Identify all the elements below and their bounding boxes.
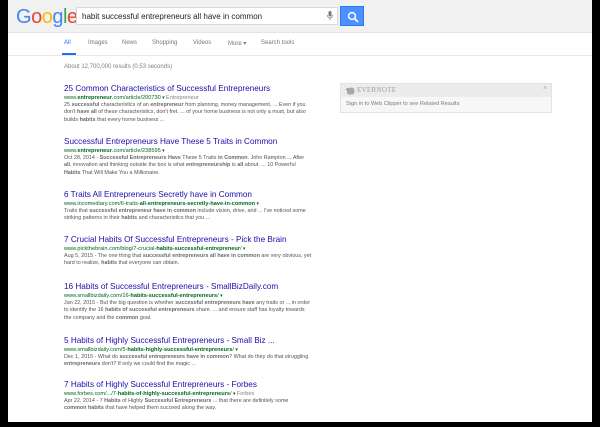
result-snippet: Dec 1, 2015 - What do successful entrepr… — [64, 354, 309, 368]
result-url-highlight: all-entrepreneurs-secretly-have-in-commo… — [139, 201, 256, 207]
result-url-highlight: habits-highly-successful-entrepreneurs — [127, 347, 233, 353]
search-result: 6 Traits All Entrepreneurs Secretly have… — [64, 190, 312, 223]
evernote-elephant-icon — [346, 87, 355, 95]
search-input[interactable] — [77, 8, 322, 24]
result-source: Forbes — [236, 391, 255, 397]
result-url: www.incomediary.com/6-traits-all-entrepr… — [64, 200, 312, 208]
result-url-prefix: www. — [64, 148, 78, 154]
result-snippet: Aug 5, 2015 - The one thing that success… — [64, 253, 312, 267]
result-title-link[interactable]: Successful Entrepreneurs Have These 5 Tr… — [64, 137, 312, 147]
result-title-link[interactable]: 7 Crucial Habits Of Successful Entrepren… — [64, 235, 312, 245]
result-url-highlight: habits-successful-entrepreneur — [156, 246, 240, 252]
microphone-icon[interactable] — [327, 11, 333, 20]
tab-videos[interactable]: Videos — [193, 40, 211, 46]
result-url-suffix: .com/article/200730 — [111, 95, 161, 101]
caret-down-icon[interactable]: ▾ — [161, 148, 165, 154]
caret-down-icon[interactable]: ▾ — [234, 347, 238, 353]
result-url-highlight: habits-of-highly-successful-entrepreneur… — [117, 391, 230, 397]
result-url-highlight: entrepreneur — [77, 148, 112, 154]
result-stats: About 12,700,000 results (0.53 seconds) — [64, 64, 173, 70]
result-url-highlight: entrepreneur — [77, 95, 112, 101]
google-logo[interactable]: Google — [16, 6, 78, 29]
search-tabs: All Images News Shopping Videos More ▾ S… — [8, 33, 592, 56]
result-source: Entrepreneur — [166, 95, 199, 101]
search-result: Successful Entrepreneurs Have These 5 Tr… — [64, 137, 312, 177]
logo-letter: o — [31, 6, 42, 28]
result-snippet: Jan 22, 2015 - But the big question is w… — [64, 300, 311, 321]
search-header: Google — [8, 0, 592, 33]
search-result: 25 Common Characteristics of Successful … — [64, 84, 312, 124]
evernote-signin-link[interactable]: Sign in to Web Clipper to see Related Re… — [346, 101, 459, 107]
result-url-prefix: www.pickthebrain.com/blog/7-crucial- — [64, 246, 157, 252]
tab-all[interactable]: All — [64, 40, 71, 46]
result-title-link[interactable]: 7 Habits of Highly Successful Entreprene… — [64, 380, 312, 390]
search-button[interactable] — [340, 6, 364, 26]
evernote-brand: EVERNOTE — [357, 86, 397, 94]
result-url: www.smallbizdaily.com/16-habits-successf… — [64, 292, 312, 300]
result-url-prefix: www. — [64, 95, 78, 101]
result-url-prefix: www.smallbizdaily.com/16- — [64, 293, 131, 299]
result-url: www.pickthebrain.com/blog/7-crucial-habi… — [64, 245, 312, 253]
result-url: www.entrepreneur.com/article/238595 ▾ — [64, 147, 312, 155]
result-title-link[interactable]: 5 Habits of Highly Successful Entreprene… — [64, 336, 312, 346]
result-snippet: Apr 22, 2014 - 7 Habits of Highly Succes… — [64, 398, 289, 412]
result-url: www.entrepreneur.com/article/200730 ▾ En… — [64, 94, 312, 102]
tab-images[interactable]: Images — [88, 40, 108, 46]
result-title-link[interactable]: 25 Common Characteristics of Successful … — [64, 84, 312, 94]
logo-letter: G — [16, 6, 32, 28]
tab-news[interactable]: News — [122, 40, 137, 46]
result-url-prefix: www.incomediary.com/6-traits- — [64, 201, 140, 207]
result-snippet: Oct 28, 2014 - Successful Entrepreneurs … — [64, 155, 305, 176]
search-box[interactable] — [76, 7, 338, 25]
tab-search-tools[interactable]: Search tools — [261, 40, 294, 46]
search-result: 16 Habits of Successful Entrepreneurs - … — [64, 282, 312, 322]
evernote-header: EVERNOTE × — [341, 84, 551, 97]
search-result: 7 Habits of Highly Successful Entreprene… — [64, 380, 312, 413]
search-result: 5 Habits of Highly Successful Entreprene… — [64, 336, 312, 369]
close-icon[interactable]: × — [543, 85, 547, 92]
tab-more[interactable]: More ▾ — [228, 40, 246, 47]
result-url-prefix: www.forbes.com/.../7- — [64, 391, 118, 397]
logo-letter: g — [52, 6, 63, 28]
result-title-link[interactable]: 6 Traits All Entrepreneurs Secretly have… — [64, 190, 312, 200]
result-url: www.forbes.com/.../7-habits-of-highly-su… — [64, 390, 312, 398]
result-snippet: Traits that successful entrepreneur have… — [64, 208, 306, 222]
result-url-suffix: .com/article/238595 — [111, 148, 161, 154]
result-snippet: 25 successful characteristics of an entr… — [64, 102, 306, 123]
caret-down-icon[interactable]: ▾ — [219, 293, 223, 299]
caret-down-icon[interactable]: ▾ — [255, 201, 259, 207]
search-result: 7 Crucial Habits Of Successful Entrepren… — [64, 235, 312, 268]
result-title-link[interactable]: 16 Habits of Successful Entrepreneurs - … — [64, 282, 312, 292]
tab-shopping[interactable]: Shopping — [152, 40, 177, 46]
result-url: www.smallbizdaily.com/5-habits-highly-su… — [64, 346, 312, 354]
evernote-panel: EVERNOTE × Sign in to Web Clipper to see… — [340, 83, 552, 113]
search-icon — [347, 11, 359, 23]
logo-letter: o — [41, 6, 53, 28]
active-tab-indicator — [62, 53, 76, 55]
result-url-highlight: habits-successful-entrepreneurs — [130, 293, 218, 299]
browser-frame: Google All Images News Shopping Videos M… — [8, 0, 592, 422]
caret-down-icon[interactable]: ▾ — [242, 246, 246, 252]
result-url-prefix: www.smallbizdaily.com/5- — [64, 347, 128, 353]
